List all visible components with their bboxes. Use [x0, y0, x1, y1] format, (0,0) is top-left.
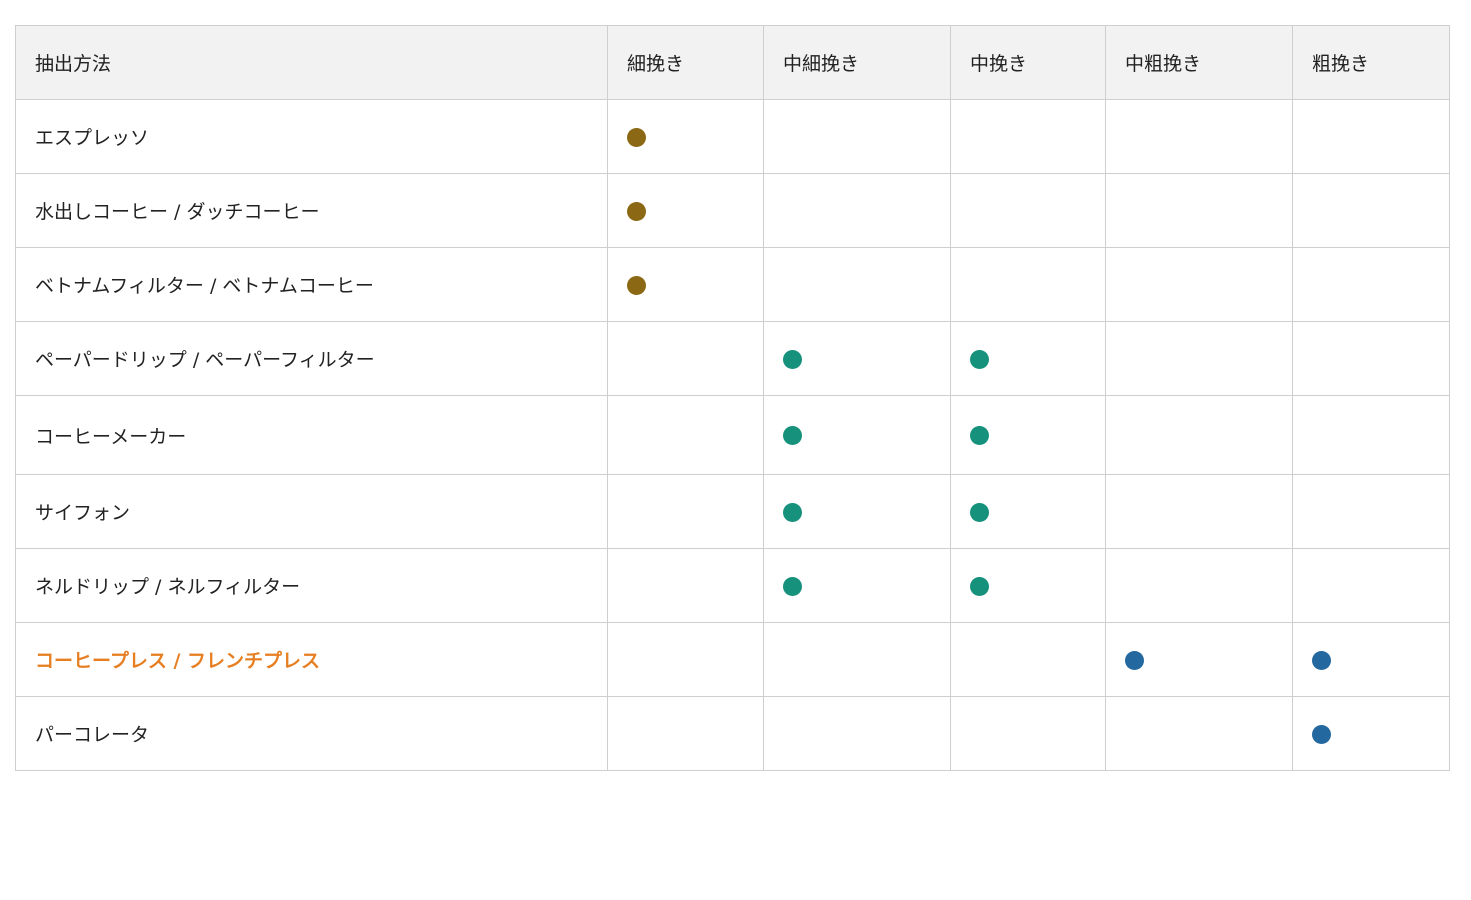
cell-coarse	[1292, 173, 1450, 248]
table-row: ベトナムフィルター / ベトナムコーヒー	[15, 247, 1450, 322]
header-fine: 細挽き	[607, 25, 764, 100]
fine-grind-dot-icon	[627, 201, 646, 221]
cell-medium	[950, 395, 1106, 475]
coarse-grind-dot-icon	[1125, 650, 1144, 670]
cell-medium	[950, 548, 1106, 623]
cell-coarse	[1292, 548, 1450, 623]
cell-medium-fine	[763, 474, 951, 549]
cell-fine	[607, 99, 764, 174]
cell-medium	[950, 622, 1106, 697]
header-medium-fine: 中細挽き	[763, 25, 951, 100]
cell-medium-fine	[763, 99, 951, 174]
table-row: エスプレッソ	[15, 99, 1450, 174]
table-row-highlighted: コーヒープレス / フレンチプレス	[15, 622, 1450, 697]
table-row: サイフォン	[15, 474, 1450, 549]
method-name: エスプレッソ	[15, 99, 608, 174]
coarse-grind-dot-icon	[1312, 650, 1331, 670]
cell-fine	[607, 247, 764, 322]
cell-medium-fine	[763, 548, 951, 623]
method-name: サイフォン	[15, 474, 608, 549]
coarse-grind-dot-icon	[1312, 724, 1331, 744]
table-row: ペーパードリップ / ペーパーフィルター	[15, 321, 1450, 396]
medium-grind-dot-icon	[970, 576, 989, 596]
table-row: パーコレータ	[15, 696, 1450, 771]
cell-fine	[607, 548, 764, 623]
cell-medium	[950, 474, 1106, 549]
cell-coarse	[1292, 696, 1450, 771]
cell-medium-fine	[763, 622, 951, 697]
cell-medium-fine	[763, 395, 951, 475]
header-method: 抽出方法	[15, 25, 608, 100]
method-name-link[interactable]: コーヒープレス / フレンチプレス	[15, 622, 608, 697]
cell-medium-coarse	[1105, 474, 1293, 549]
cell-coarse	[1292, 395, 1450, 475]
cell-medium-coarse	[1105, 99, 1293, 174]
table-row: ネルドリップ / ネルフィルター	[15, 548, 1450, 623]
cell-medium-coarse	[1105, 173, 1293, 248]
table-row: 水出しコーヒー / ダッチコーヒー	[15, 173, 1450, 248]
fine-grind-dot-icon	[627, 275, 646, 295]
cell-medium-coarse	[1105, 622, 1293, 697]
method-name: ネルドリップ / ネルフィルター	[15, 548, 608, 623]
cell-fine	[607, 395, 764, 475]
cell-medium	[950, 173, 1106, 248]
cell-medium-coarse	[1105, 395, 1293, 475]
cell-coarse	[1292, 474, 1450, 549]
cell-fine	[607, 321, 764, 396]
fine-grind-dot-icon	[627, 127, 646, 147]
method-name: パーコレータ	[15, 696, 608, 771]
cell-medium-coarse	[1105, 247, 1293, 322]
method-name: 水出しコーヒー / ダッチコーヒー	[15, 173, 608, 248]
header-medium-coarse: 中粗挽き	[1105, 25, 1293, 100]
cell-medium	[950, 321, 1106, 396]
grind-size-table: 抽出方法 細挽き 中細挽き 中挽き 中粗挽き 粗挽き エスプレッソ 水出しコーヒ…	[15, 25, 1450, 771]
medium-grind-dot-icon	[783, 576, 802, 596]
method-name: コーヒーメーカー	[15, 395, 608, 475]
medium-grind-dot-icon	[970, 349, 989, 369]
header-coarse: 粗挽き	[1292, 25, 1450, 100]
cell-fine	[607, 474, 764, 549]
cell-coarse	[1292, 99, 1450, 174]
cell-medium-coarse	[1105, 696, 1293, 771]
cell-coarse	[1292, 321, 1450, 396]
medium-grind-dot-icon	[783, 502, 802, 522]
cell-medium-coarse	[1105, 548, 1293, 623]
method-name: ペーパードリップ / ペーパーフィルター	[15, 321, 608, 396]
table-row: コーヒーメーカー	[15, 395, 1450, 475]
cell-fine	[607, 696, 764, 771]
method-name: ベトナムフィルター / ベトナムコーヒー	[15, 247, 608, 322]
medium-grind-dot-icon	[783, 349, 802, 369]
cell-coarse	[1292, 622, 1450, 697]
header-medium: 中挽き	[950, 25, 1106, 100]
medium-grind-dot-icon	[970, 502, 989, 522]
cell-medium	[950, 247, 1106, 322]
cell-fine	[607, 173, 764, 248]
cell-fine	[607, 622, 764, 697]
cell-medium-fine	[763, 321, 951, 396]
medium-grind-dot-icon	[783, 426, 802, 445]
cell-medium-coarse	[1105, 321, 1293, 396]
cell-medium	[950, 696, 1106, 771]
cell-coarse	[1292, 247, 1450, 322]
cell-medium-fine	[763, 696, 951, 771]
cell-medium	[950, 99, 1106, 174]
cell-medium-fine	[763, 247, 951, 322]
cell-medium-fine	[763, 173, 951, 248]
table-header-row: 抽出方法 細挽き 中細挽き 中挽き 中粗挽き 粗挽き	[15, 25, 1450, 100]
medium-grind-dot-icon	[970, 426, 989, 445]
